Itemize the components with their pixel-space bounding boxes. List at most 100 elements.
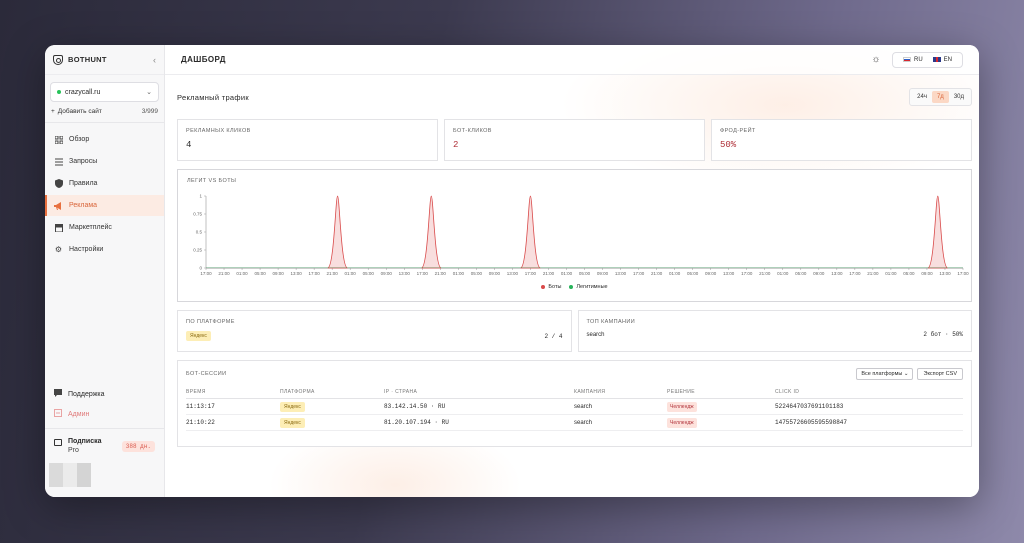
sidebar-bottom: Поддержка Админ Подписка Pro 388 дн. [45,384,164,497]
collapse-sidebar-icon[interactable]: ‹ [153,55,156,65]
x-tick-label: 13:00 [723,271,735,276]
add-site-row[interactable]: + Добавить сайт 3/999 [45,108,164,115]
cell-campaign: search [574,398,667,415]
sidebar-item-ads[interactable]: Реклама [45,195,164,216]
y-tick-label: 0.25 [193,248,202,253]
card-icon [54,438,62,446]
legend-dot-icon [541,285,546,289]
platform-filter-select[interactable]: Все платформы ⌄ [856,368,914,380]
subscription-label: Подписка [68,438,102,445]
cell-click-id: 5224647037691101183 [775,398,963,415]
sidebar-item-label: Маркетплейс [69,224,112,231]
cell-time: 21:10:22 [186,414,280,431]
sidebar-item-settings[interactable]: ⚙ Настройки [45,239,164,260]
x-tick-label: 17:00 [525,271,537,276]
table-row[interactable]: 11:13:17 Яндекс 83.142.14.50 · RU search… [186,398,963,415]
table-header-row: ВРЕМЯ ПЛАТФОРМА IP · СТРАНА КАМПАНИЯ РЕШ… [186,386,963,399]
platform-tag: Яндекс [186,331,211,341]
y-tick-label: 1 [199,194,202,199]
subscription-days-badge: 388 дн. [121,440,155,452]
x-tick-label: 21:00 [543,271,555,276]
period-24h[interactable]: 24ч [912,91,932,103]
lang-ru-option[interactable]: RU [898,57,928,63]
store-icon [54,223,63,232]
sidebar-item-overview[interactable]: Обзор [45,129,164,150]
x-tick-label: 13:00 [507,271,519,276]
y-tick-label: 0 [199,266,202,271]
bot-spike [421,195,442,269]
export-csv-button[interactable]: Экспорт CSV [917,368,963,380]
chevron-down-icon: ⌄ [903,371,909,377]
subscription-plan: Pro [68,447,79,454]
decision-badge: Челлендж [667,401,697,412]
x-tick-label: 17:00 [957,271,969,276]
column-header: CLICK ID [775,386,963,399]
x-tick-label: 01:00 [669,271,681,276]
platform-tag: Яндекс [280,401,305,412]
sidebar: BOTHUNT ‹ crazycall.ru ⌄ + Добавить сайт… [45,45,165,497]
cell-ip: 81.20.107.194 · RU [384,414,574,431]
campaign-value: 2 бот · 50% [923,331,963,338]
language-switcher: RU EN [891,51,963,68]
cell-click-id: 14755726605595598847 [775,414,963,431]
section-title: Рекламный трафик [177,92,249,102]
chat-icon [54,389,62,399]
stat-cards: РЕКЛАМНЫХ КЛИКОВ 4 БОТ-КЛИКОВ 2 ФРОД-РЕЙ… [177,119,972,161]
table-row[interactable]: 21:10:22 Яндекс 81.20.107.194 · RU searc… [186,414,963,431]
brand: BOTHUNT ‹ [45,45,164,75]
stat-value: 4 [186,140,192,150]
stat-label: БОТ-КЛИКОВ [453,128,492,134]
x-tick-label: 01:00 [453,271,465,276]
x-tick-label: 01:00 [236,271,248,276]
x-tick-label: 17:00 [849,271,861,276]
x-tick-label: 01:00 [885,271,897,276]
legend-item-legit[interactable]: Легитимные [569,284,608,290]
x-tick-label: 13:00 [290,271,302,276]
cell-ip: 83.142.14.50 · RU [384,398,574,415]
top-bar: ДАШБОРД ☼ RU EN [165,45,979,75]
x-tick-label: 21:00 [435,271,447,276]
x-tick-label: 13:00 [831,271,843,276]
shield-logo-icon [53,54,63,65]
sidebar-item-label: Настройки [69,246,104,253]
page-title: ДАШБОРД [181,55,226,64]
x-tick-label: 13:00 [939,271,951,276]
admin-link[interactable]: Админ [45,404,164,424]
bot-sessions-panel: БОТ-СЕССИИ Все платформы ⌄ Экспорт CSV В… [177,360,972,447]
avatar[interactable] [49,463,164,487]
x-tick-label: 05:00 [363,271,375,276]
x-tick-label: 21:00 [867,271,879,276]
cell-time: 11:13:17 [186,398,280,415]
x-tick-label: 17:00 [741,271,753,276]
platform-tag: Яндекс [280,417,305,428]
chart-svg: 0 0.25 0.5 0.75 1 17:00 21:00 01:00 05:00 09:00 13… [193,194,969,277]
x-tick-label: 13:00 [399,271,411,276]
lang-en-label: EN [943,56,952,63]
grid-icon [54,135,63,144]
panel-label: БОТ-СЕССИИ [186,371,227,377]
admin-label: Админ [68,410,90,418]
legend-item-bots[interactable]: Боты [541,284,561,290]
megaphone-icon [54,201,63,210]
subscription-text: Подписка Pro [68,437,122,455]
x-tick-label: 21:00 [759,271,771,276]
panel-label: ТОП КАМПАНИИ [586,319,636,325]
sidebar-item-rules[interactable]: Правила [45,173,164,194]
x-tick-label: 17:00 [200,271,212,276]
sidebar-item-requests[interactable]: Запросы [45,151,164,172]
period-30d[interactable]: 30д [949,91,969,103]
sidebar-item-label: Правила [69,180,98,187]
sidebar-item-marketplace[interactable]: Маркетплейс [45,217,164,238]
site-selector[interactable]: crazycall.ru ⌄ [50,82,159,102]
period-7d[interactable]: 7д [931,91,949,103]
bot-spike [520,195,541,269]
stat-value: 50% [720,140,737,150]
x-tick-label: 01:00 [561,271,573,276]
lang-en-option[interactable]: EN [928,57,957,63]
subscription-block[interactable]: Подписка Pro 388 дн. [45,428,164,455]
sessions-header: БОТ-СЕССИИ Все платформы ⌄ Экспорт CSV [186,368,963,380]
sun-icon[interactable]: ☼ [870,54,882,66]
support-link[interactable]: Поддержка [45,384,164,404]
sessions-table: ВРЕМЯ ПЛАТФОРМА IP · СТРАНА КАМПАНИЯ РЕШ… [186,386,963,431]
decision-badge: Челлендж [667,417,697,428]
